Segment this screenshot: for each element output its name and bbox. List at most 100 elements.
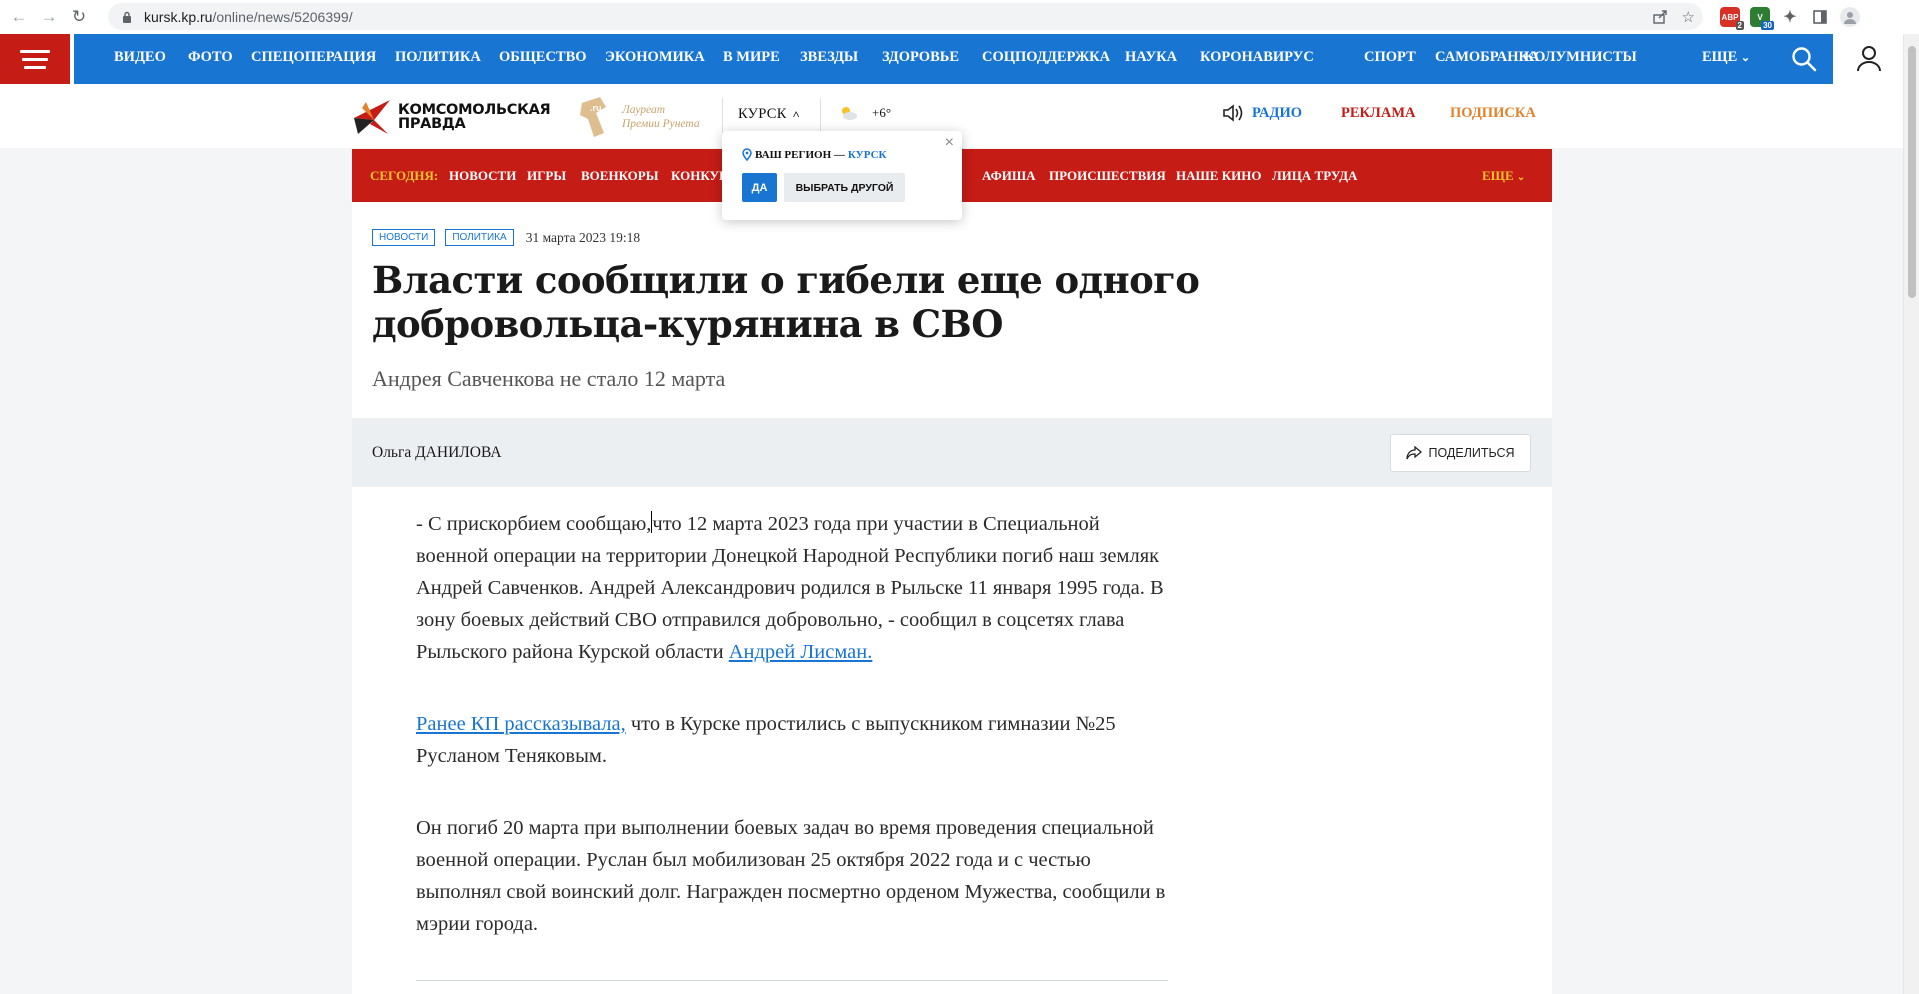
subnav-item[interactable]: НОВОСТИ bbox=[449, 168, 516, 184]
reload-icon[interactable]: ↻ bbox=[68, 6, 90, 28]
user-account-icon[interactable] bbox=[1855, 44, 1883, 72]
earlier-story-link[interactable]: Ранее КП рассказывала, bbox=[416, 713, 626, 735]
choose-other-region-button[interactable]: ВЫБРАТЬ ДРУГОЙ bbox=[784, 173, 905, 202]
content-divider bbox=[416, 980, 1168, 981]
nav-item[interactable]: ПОЛИТИКА bbox=[395, 49, 481, 66]
share-label: ПОДЕЛИТЬСЯ bbox=[1428, 446, 1515, 460]
section-nav: ВИДЕО ФОТО СПЕЦОПЕРАЦИЯ ПОЛИТИКА ОБЩЕСТВ… bbox=[74, 34, 1833, 84]
search-icon[interactable] bbox=[1791, 46, 1817, 72]
location-pin-icon bbox=[742, 148, 752, 161]
subnav-item[interactable]: НАШЕ КИНО bbox=[1176, 168, 1261, 184]
main-nav: ВИДЕО ФОТО СПЕЦОПЕРАЦИЯ ПОЛИТИКА ОБЩЕСТВ… bbox=[0, 34, 1919, 84]
tag-politics[interactable]: ПОЛИТИКА bbox=[445, 229, 514, 246]
article-title: Власти сообщили о гибели еще одного добр… bbox=[372, 258, 1200, 346]
page-scrollbar[interactable] bbox=[1903, 34, 1919, 994]
menu-burger-icon[interactable] bbox=[0, 34, 70, 84]
region-question-text: ВАШ РЕГИОН — bbox=[755, 148, 845, 161]
nav-item[interactable]: ЭКОНОМИКА bbox=[605, 49, 705, 66]
author-name[interactable]: Ольга ДАНИЛОВА bbox=[372, 444, 502, 462]
chevron-up-icon: ˄ bbox=[792, 107, 800, 121]
speaker-icon bbox=[1223, 104, 1243, 122]
author-link[interactable]: Андрей Лисман. bbox=[729, 641, 873, 663]
close-icon[interactable]: × bbox=[945, 135, 954, 151]
sun-cloud-icon bbox=[842, 107, 857, 120]
paragraph: Он погиб 20 марта при выполнении боевых … bbox=[416, 817, 1166, 935]
extension-adblock-icon[interactable]: ABP 2 bbox=[1720, 7, 1744, 30]
nav-more-label: ЕЩЕ bbox=[1702, 49, 1738, 65]
bookmark-star-icon[interactable]: ☆ bbox=[1682, 8, 1695, 26]
weather-widget[interactable]: +6° bbox=[838, 104, 891, 122]
nav-item[interactable]: ОБЩЕСТВО bbox=[499, 49, 587, 66]
nav-item[interactable]: СПЕЦОПЕРАЦИЯ bbox=[251, 49, 376, 66]
profile-avatar-icon[interactable] bbox=[1840, 7, 1860, 27]
nav-item[interactable]: ВИДЕО bbox=[114, 49, 166, 66]
subnav-item[interactable]: ПРОИСШЕСТВИЯ bbox=[1049, 168, 1166, 184]
header-divider bbox=[820, 98, 821, 134]
scrollbar-thumb[interactable] bbox=[1908, 46, 1916, 298]
subnav-item[interactable]: ЛИЦА ТРУДА bbox=[1272, 168, 1357, 184]
share-page-icon[interactable] bbox=[1652, 9, 1668, 25]
extension-translate-icon[interactable]: V 30 bbox=[1750, 7, 1774, 30]
nav-item[interactable]: НАУКА bbox=[1125, 49, 1177, 66]
subnav-item[interactable]: ВОЕНКОРЫ bbox=[581, 168, 659, 184]
chevron-down-icon: ⌄ bbox=[1740, 52, 1751, 64]
browser-toolbar: ← → ↻ kursk.kp.ru/online/news/5206399/ ☆… bbox=[0, 0, 1919, 34]
subnav-more-button[interactable]: ЕЩЕ ⌄ bbox=[1482, 168, 1525, 184]
extension-badge: 30 bbox=[1761, 21, 1774, 30]
runet-award-icon: .ru bbox=[580, 97, 606, 137]
paragraph: Ранее КП рассказывала, что в Курске прос… bbox=[416, 708, 1166, 772]
subnav-item[interactable]: КОНКУР bbox=[671, 168, 727, 184]
subnav-item[interactable]: АФИША bbox=[982, 168, 1036, 184]
radio-link[interactable]: РАДИО bbox=[1222, 104, 1302, 122]
url-path: /online/news/5206399/ bbox=[212, 8, 353, 25]
region-popup: × ВАШ РЕГИОН — КУРСК ДА ВЫБРАТЬ ДРУГОЙ bbox=[722, 131, 962, 220]
today-label: СЕГОДНЯ: bbox=[370, 168, 439, 183]
region-city: КУРСК bbox=[847, 148, 887, 161]
lock-icon bbox=[123, 11, 131, 23]
nav-item[interactable]: ЗВЕЗДЫ bbox=[800, 49, 858, 66]
nav-item[interactable]: СОЦПОДДЕРЖКА bbox=[982, 49, 1110, 66]
nav-item[interactable]: В МИРЕ bbox=[723, 49, 780, 66]
tag-news[interactable]: НОВОСТИ bbox=[372, 229, 436, 246]
back-icon[interactable]: ← bbox=[8, 6, 30, 28]
runet-award: .ru Лауреат Премии Рунета bbox=[576, 91, 716, 143]
chevron-down-icon: ⌄ bbox=[1516, 172, 1526, 183]
nav-more-button[interactable]: ЕЩЕ ⌄ bbox=[1702, 49, 1750, 66]
reklama-link[interactable]: РЕКЛАМА bbox=[1341, 105, 1415, 122]
publish-date: 31 марта 2023 19:18 bbox=[525, 229, 641, 245]
author-bar: Ольга ДАНИЛОВА ПОДЕЛИТЬСЯ bbox=[352, 418, 1552, 487]
nav-item[interactable]: СПОРТ bbox=[1364, 49, 1416, 66]
subnav-item[interactable]: ИГРЫ bbox=[527, 168, 566, 184]
logo-text-line1: КОМСОМОЛЬСКАЯ bbox=[398, 102, 551, 118]
confirm-region-button[interactable]: ДА bbox=[742, 173, 777, 202]
forward-icon[interactable]: → bbox=[38, 6, 60, 28]
header-divider bbox=[722, 98, 723, 134]
article-body: - С прискорбием сообщаю,что 12 марта 202… bbox=[416, 508, 1166, 980]
temperature: +6° bbox=[872, 105, 892, 120]
laureat-line2: Премии Рунета bbox=[622, 118, 700, 130]
article-subtitle: Андрея Савченкова не стало 12 марта bbox=[372, 366, 726, 391]
share-button[interactable]: ПОДЕЛИТЬСЯ bbox=[1390, 434, 1531, 472]
address-bar[interactable]: kursk.kp.ru/online/news/5206399/ ☆ bbox=[108, 3, 1703, 30]
site-logo[interactable]: КОМСОМОЛЬСКАЯ ПРАВДА bbox=[352, 96, 557, 138]
nav-item[interactable]: ЗДОРОВЬЕ bbox=[882, 49, 959, 66]
article-meta: НОВОСТИ ПОЛИТИКА 31 марта 2023 19:18 bbox=[372, 229, 640, 246]
nav-item[interactable]: КОРОНАВИРУС bbox=[1200, 49, 1314, 66]
paragraph-text: - С прискорбием сообщаю, bbox=[416, 513, 652, 535]
logo-text-line2: ПРАВДА bbox=[398, 116, 466, 132]
subnav-more-label: ЕЩЕ bbox=[1482, 168, 1514, 183]
svg-text:.ru: .ru bbox=[590, 103, 602, 113]
share-arrow-icon bbox=[1406, 446, 1423, 460]
extension-badge: 2 bbox=[1735, 21, 1744, 30]
nav-item[interactable]: ФОТО bbox=[188, 49, 233, 66]
podpiska-link[interactable]: ПОДПИСКА bbox=[1450, 105, 1536, 122]
city-selector[interactable]: КУРСК ˄ bbox=[738, 106, 800, 123]
city-label: КУРСК bbox=[738, 106, 787, 122]
nav-item[interactable]: КОЛУМНИСТЫ bbox=[1524, 49, 1637, 66]
paragraph: - С прискорбием сообщаю,что 12 марта 202… bbox=[416, 508, 1166, 668]
region-question: ВАШ РЕГИОН — КУРСК bbox=[742, 148, 887, 161]
url-host: kursk.kp.ru bbox=[144, 8, 213, 25]
extensions-puzzle-icon[interactable]: ✦ bbox=[1780, 7, 1800, 27]
radio-label: РАДИО bbox=[1252, 104, 1303, 121]
side-panel-icon[interactable] bbox=[1810, 7, 1830, 27]
